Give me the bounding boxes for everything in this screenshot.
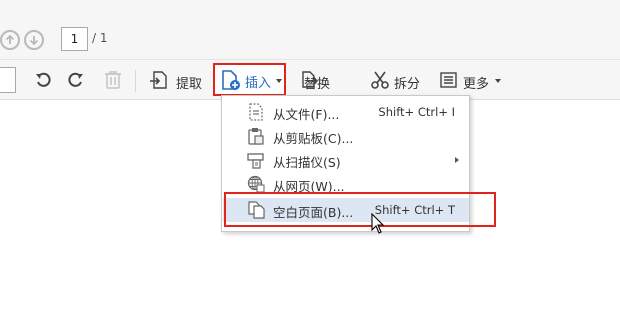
- extract-button[interactable]: 提取: [176, 73, 202, 92]
- undo-icon[interactable]: [33, 70, 53, 90]
- arrow-down-circle-icon[interactable]: [24, 30, 44, 50]
- trash-icon[interactable]: [104, 70, 122, 90]
- split-button[interactable]: 拆分: [394, 73, 420, 92]
- zoom-dropdown[interactable]: [0, 67, 16, 93]
- submenu-arrow-icon: [455, 157, 459, 163]
- insert-caret-icon: [276, 79, 282, 83]
- insert-page-icon: [222, 70, 240, 90]
- menu-item-from-file[interactable]: 从文件(F)... Shift+ Ctrl+ I: [223, 100, 469, 124]
- arrow-up-circle-icon[interactable]: [0, 30, 20, 50]
- more-icon[interactable]: [440, 72, 457, 88]
- scanner-icon: [247, 153, 264, 169]
- page-navigation-bar: 1 / 1: [0, 0, 620, 60]
- more-button[interactable]: 更多: [463, 73, 489, 92]
- globe-icon: [247, 175, 265, 193]
- menu-item-from-scanner[interactable]: 从扫描仪(S): [223, 148, 469, 172]
- menu-item-from-clipboard[interactable]: 从剪贴板(C)...: [223, 124, 469, 148]
- toolbar-divider: [135, 70, 136, 92]
- redo-icon[interactable]: [66, 70, 86, 90]
- more-caret-icon: [495, 79, 501, 83]
- split-icon[interactable]: [370, 70, 390, 90]
- organize-toolbar: 提取 替换 拆分 更多: [0, 60, 620, 100]
- replace-icon[interactable]: [299, 70, 319, 90]
- page-total-label: / 1: [92, 31, 108, 45]
- extract-icon[interactable]: [149, 70, 169, 90]
- file-icon: [249, 103, 263, 121]
- annotation-highlight-box: [224, 192, 496, 227]
- page-number-input[interactable]: 1: [61, 27, 88, 51]
- insert-button-label: 插入: [245, 76, 272, 91]
- insert-button[interactable]: 插入: [213, 63, 286, 96]
- mouse-cursor-icon: [371, 213, 385, 234]
- clipboard-icon: [248, 128, 264, 145]
